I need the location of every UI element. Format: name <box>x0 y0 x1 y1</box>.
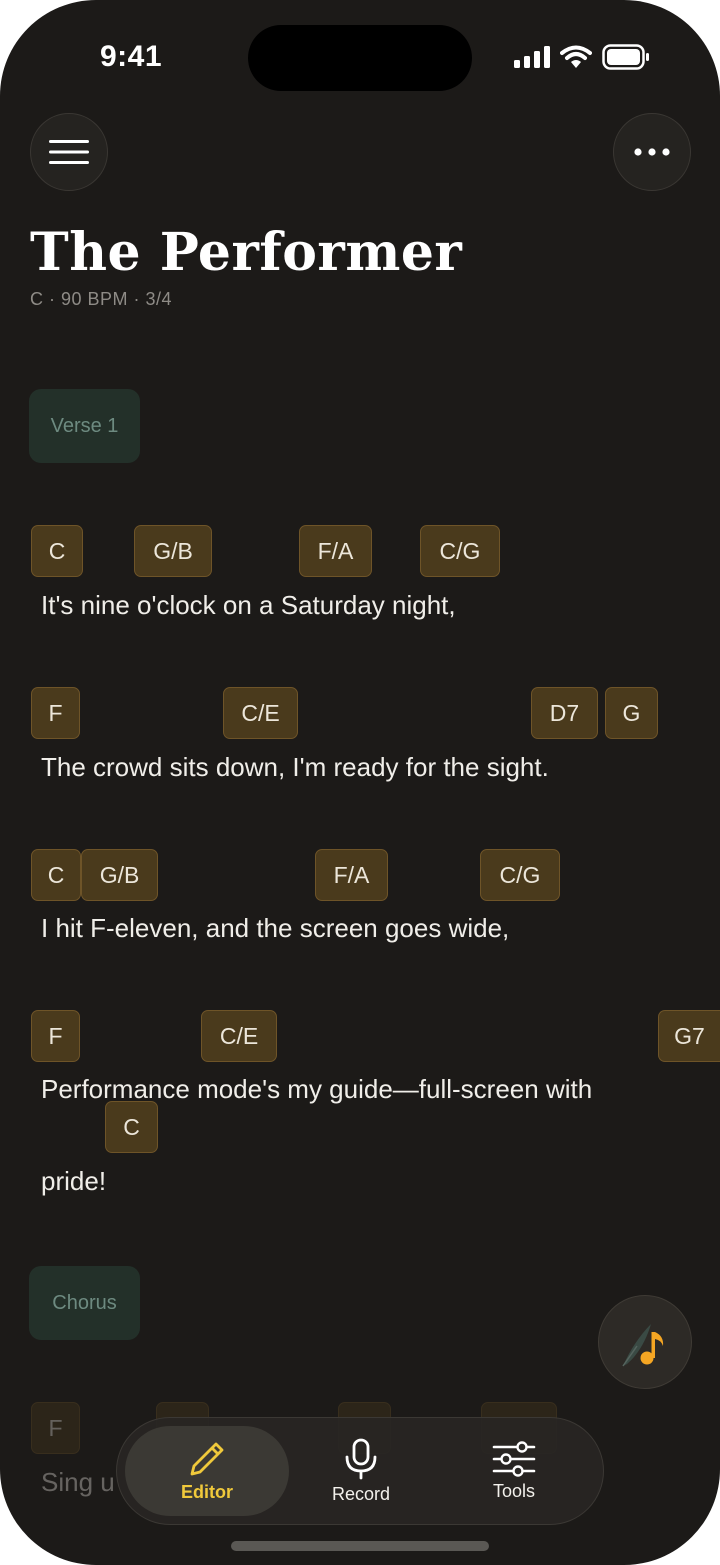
wifi-icon <box>560 45 592 68</box>
home-indicator <box>231 1541 489 1551</box>
chord-chip[interactable]: F <box>31 1010 80 1062</box>
music-note-quill-icon <box>622 1324 664 1367</box>
chord-chip[interactable]: G/B <box>134 525 212 577</box>
chord-chip[interactable]: G/B <box>81 849 158 901</box>
chord-chip[interactable]: C/G <box>480 849 560 901</box>
section-label-chorus[interactable]: Chorus <box>29 1266 140 1340</box>
tab-bar: Editor Record Tools <box>116 1417 604 1525</box>
pencil-icon <box>190 1442 224 1475</box>
chord-chip[interactable]: F <box>31 687 80 739</box>
hamburger-menu-icon <box>49 140 89 164</box>
chord-chip[interactable]: G7 <box>658 1010 720 1062</box>
chord-chip[interactable]: F/A <box>315 849 388 901</box>
lyric-line[interactable]: pride! <box>41 1166 106 1197</box>
cellular-signal-icon <box>514 46 550 68</box>
app-screen: 9:41 The Performer C · 90 BPM · 3/4 Vers… <box>0 0 720 1565</box>
chord-chip[interactable]: C/E <box>201 1010 277 1062</box>
section-label-verse-1[interactable]: Verse 1 <box>29 389 140 463</box>
lyric-line[interactable]: Sing u <box>41 1467 115 1498</box>
lyric-line[interactable]: It's nine o'clock on a Saturday night, <box>41 590 456 621</box>
dynamic-island <box>248 25 472 91</box>
chord-chip[interactable]: G <box>605 687 658 739</box>
status-icons <box>514 44 650 70</box>
tab-label: Editor <box>181 1481 233 1502</box>
song-meta: C · 90 BPM · 3/4 <box>30 289 173 309</box>
chord-chip[interactable]: C/E <box>223 687 298 739</box>
chord-chip[interactable]: D7 <box>531 687 598 739</box>
chord-chip[interactable]: F <box>31 1402 80 1454</box>
song-title: The Performer <box>30 222 463 283</box>
lyric-line[interactable]: I hit F-eleven, and the screen goes wide… <box>41 913 509 944</box>
ellipsis-icon <box>634 148 670 156</box>
microphone-icon <box>345 1438 377 1479</box>
chord-chip[interactable]: C <box>105 1101 158 1153</box>
sliders-icon <box>492 1440 536 1477</box>
status-time: 9:41 <box>100 40 163 73</box>
menu-button[interactable] <box>30 113 108 191</box>
lyric-line[interactable]: The crowd sits down, I'm ready for the s… <box>41 752 549 783</box>
chord-chip[interactable]: C/G <box>420 525 500 577</box>
tab-tools[interactable]: Tools <box>437 1426 591 1516</box>
compose-music-button[interactable] <box>598 1295 692 1389</box>
tab-editor[interactable]: Editor <box>125 1426 289 1516</box>
chord-chip[interactable]: F/A <box>299 525 372 577</box>
more-options-button[interactable] <box>613 113 691 191</box>
tab-record[interactable]: Record <box>283 1426 439 1516</box>
chord-chip[interactable]: C <box>31 525 83 577</box>
tab-label: Record <box>331 1483 391 1504</box>
tab-label: Tools <box>492 1480 536 1501</box>
battery-icon <box>602 44 649 70</box>
chord-chip[interactable]: C <box>31 849 81 901</box>
